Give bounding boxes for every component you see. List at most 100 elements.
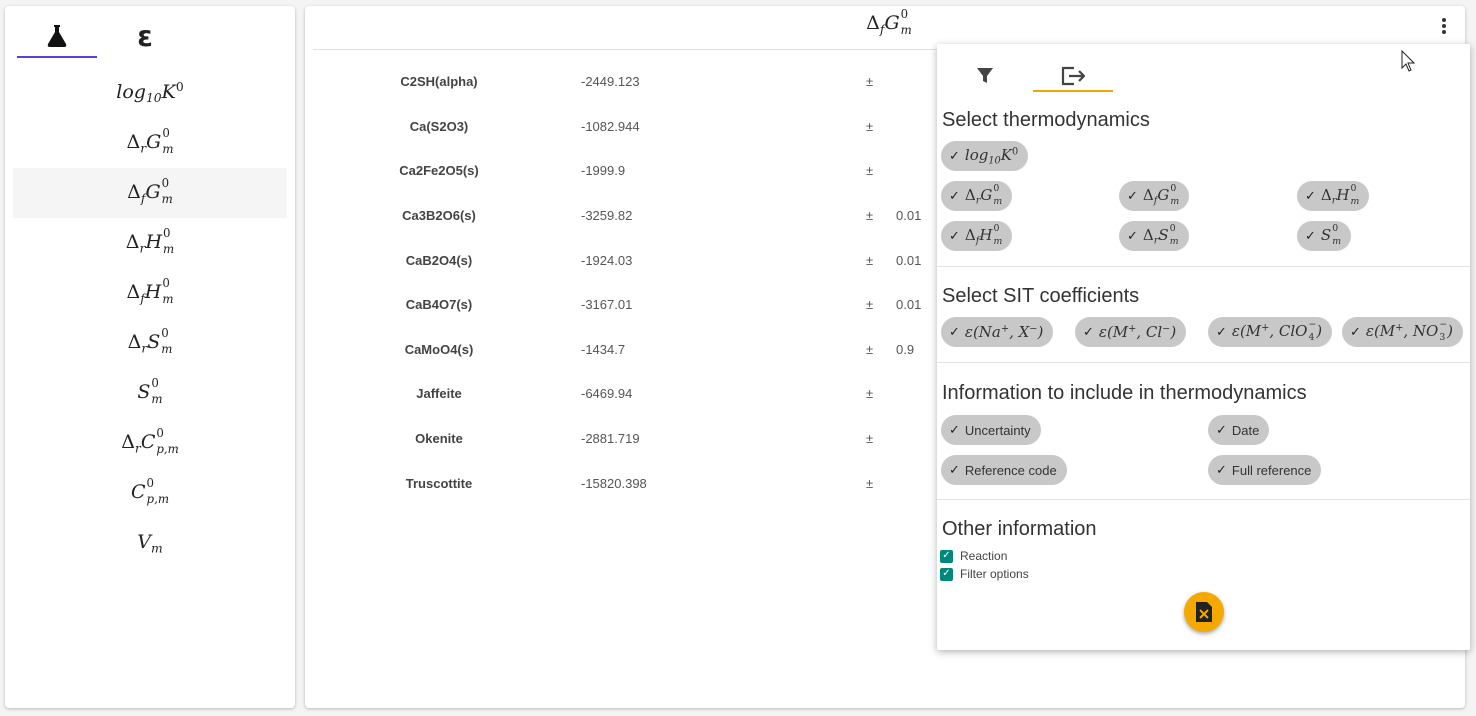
property-drsm[interactable]: ΔrS 0 m <box>13 318 287 368</box>
chip-sup: 0 <box>1011 146 1019 158</box>
chip-sub: m <box>1170 195 1180 207</box>
filter-icon <box>977 68 993 83</box>
plus-minus: ± <box>866 431 874 446</box>
tab-epsilon-label: ε <box>137 19 153 53</box>
item-base: G <box>146 130 162 153</box>
export-menu: Select thermodynamics ✓ log10K0 ✓ ΔrG 0 m … <box>937 44 1470 650</box>
chip-log10k[interactable]: ✓ log10K0 <box>941 141 1029 171</box>
chip-sup: 0 <box>1169 222 1176 234</box>
property-drcpm[interactable]: ΔrC 0 p,m <box>13 418 287 468</box>
check-icon: ✓ <box>1305 188 1316 204</box>
export-excel-button[interactable] <box>1184 592 1224 632</box>
chip-dfgm[interactable]: ✓ ΔfG 0 m <box>1119 181 1190 211</box>
check-icon: ✓ <box>1127 188 1138 204</box>
chip-drgm[interactable]: ✓ ΔrG 0 m <box>941 181 1013 211</box>
chip-eps-m-no3[interactable]: ✓ ε(M+, NO −3) <box>1342 317 1463 347</box>
chip-full-reference[interactable]: ✓ Full reference <box>1208 455 1322 485</box>
item-sup: 0 <box>161 326 169 341</box>
chip-prefix: Δ <box>964 225 976 244</box>
tab-export[interactable] <box>1033 60 1113 92</box>
species-value: -15820.398 <box>581 476 647 491</box>
property-dfhm[interactable]: ΔfH 0 m <box>13 268 287 318</box>
species-value: -6469.94 <box>581 386 633 401</box>
tab-sit-coefficients[interactable]: ε <box>105 16 185 56</box>
check-icon: ✓ <box>1127 228 1138 244</box>
chip-drsm[interactable]: ✓ ΔrS 0 m <box>1119 221 1189 251</box>
title-sub: m <box>900 23 912 37</box>
chip-eps-m-cl[interactable]: ✓ ε(M+, Cl−) <box>1075 317 1187 347</box>
chip-reference-code[interactable]: ✓ Reference code <box>941 455 1067 485</box>
tab-filter[interactable] <box>945 60 1025 92</box>
chip-drhm[interactable]: ✓ ΔrH 0 m <box>1297 181 1370 211</box>
chip-tail: K <box>1000 145 1012 164</box>
property-cpm[interactable]: C 0 p,m <box>13 468 287 518</box>
property-vm[interactable]: Vm <box>13 518 287 568</box>
item-sub: m <box>163 241 175 256</box>
tab-thermodynamics[interactable] <box>17 16 97 56</box>
title-base: G <box>884 12 900 34</box>
plus-minus: ± <box>866 297 874 312</box>
property-sm[interactable]: S0m <box>13 368 287 418</box>
chip-prefix: Δ <box>1142 225 1154 244</box>
species-name: Truscottite <box>405 476 473 491</box>
chip-base: S <box>1158 225 1169 244</box>
item-sub: 10 <box>145 91 162 106</box>
chip-dfhm[interactable]: ✓ ΔfH 0 m <box>941 221 1013 251</box>
checkbox-reaction[interactable]: ✓ <box>940 549 953 563</box>
item-sup: 0 <box>161 176 170 191</box>
item-sup: 0 <box>175 80 184 95</box>
item-sup: 0 <box>162 126 170 141</box>
item-base: C <box>131 481 146 504</box>
property-dfgm[interactable]: ΔfG 0 m <box>13 168 287 218</box>
item-sub: p,m <box>146 492 169 507</box>
item-prefix: Δ <box>127 180 141 203</box>
chip-label: Reference code <box>964 462 1057 478</box>
property-drgm[interactable]: ΔrG 0 m <box>13 118 287 168</box>
property-sidebar: ε log10K0 ΔrG 0 m ΔfG 0 m ΔrH 0 m ΔfH 0 m ΔrS 0 m … <box>5 6 295 708</box>
checkbox-filter-options[interactable]: ✓ <box>940 567 953 581</box>
check-icon: ✓ <box>1083 324 1094 340</box>
section-title-thermodynamics: Select thermodynamics <box>942 109 1150 131</box>
chip-sm[interactable]: ✓ S0m <box>1297 221 1352 251</box>
species-name: CaB2O4(s) <box>405 253 473 268</box>
property-drhm[interactable]: ΔrH 0 m <box>13 218 287 268</box>
title-sup: 0 <box>900 7 909 22</box>
divider <box>937 362 1470 363</box>
plus-minus: ± <box>866 119 874 134</box>
property-list: log10K0 ΔrG 0 m ΔfG 0 m ΔrH 0 m ΔfH 0 m ΔrS 0 m S0… <box>13 68 287 568</box>
chip-eps-m-clo4[interactable]: ✓ ε(M+, ClO −4) <box>1208 317 1333 347</box>
chip-sup: 0 <box>1170 182 1177 194</box>
excel-export-icon <box>1196 602 1212 622</box>
check-icon: ✓ <box>949 148 960 164</box>
check-icon: ✓ <box>1216 324 1227 340</box>
species-name: CaMoO4(s) <box>404 342 474 357</box>
chip-base: G <box>980 185 993 204</box>
item-prefix: Δ <box>126 130 141 153</box>
chip-prefix: Δ <box>1320 185 1332 204</box>
chip-date[interactable]: ✓ Date <box>1208 415 1270 445</box>
checkbox-label: Reaction <box>960 549 1008 563</box>
plus-minus: ± <box>866 253 874 268</box>
section-title-info: Information to include in thermodynamics <box>942 382 1307 404</box>
check-icon: ✓ <box>949 324 960 340</box>
plus-minus: ± <box>866 386 874 401</box>
item-base: S <box>137 381 151 404</box>
species-value: -2449.123 <box>581 74 640 89</box>
chip-sup: 0 <box>1332 223 1339 235</box>
plus-minus: ± <box>866 476 874 491</box>
chip-eps-na-x[interactable]: ✓ ε(Na+, X−) <box>941 317 1054 347</box>
chip-sub: m <box>993 235 1003 247</box>
check-icon: ✓ <box>1305 228 1316 244</box>
more-vertical-icon[interactable] <box>1437 16 1451 38</box>
chip-uncertainty[interactable]: ✓ Uncertainty <box>941 415 1041 445</box>
species-value: -3259.82 <box>581 208 633 223</box>
property-log10k[interactable]: log10K0 <box>13 68 287 118</box>
species-uncertainty: 0.01 <box>896 208 922 223</box>
species-value: -1999.9 <box>581 163 626 178</box>
species-name: Ca2Fe2O5(s) <box>399 163 479 178</box>
species-uncertainty: 0.9 <box>896 342 915 357</box>
item-tail: K <box>161 81 176 104</box>
section-title-other: Other information <box>942 518 1097 540</box>
item-base: H <box>144 280 162 303</box>
tab-indicator <box>17 56 97 58</box>
